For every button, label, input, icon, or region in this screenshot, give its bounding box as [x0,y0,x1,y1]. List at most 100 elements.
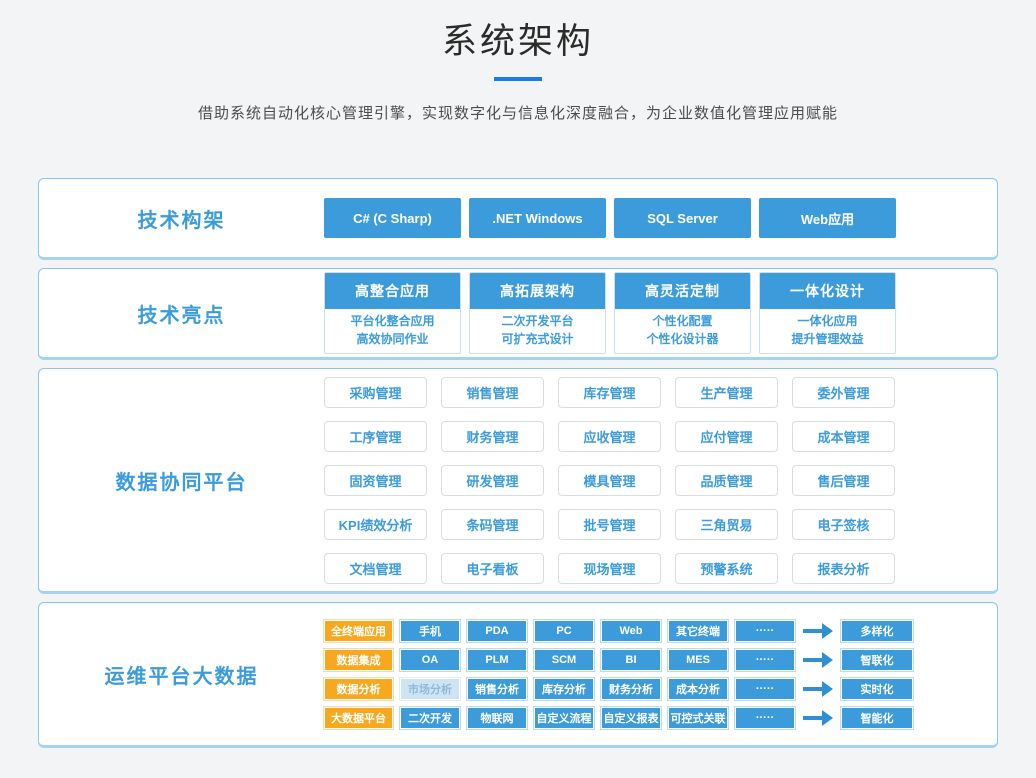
bigdata-result-chip: 智能化 [841,707,913,729]
bigdata-chip: ····· [735,678,795,700]
highlight-card-line: 高效协同作业 [325,330,460,348]
tech-stack-items: C# (C Sharp).NET WindowsSQL ServerWeb应用 [324,198,896,238]
bigdata-chip: 二次开发 [400,707,460,729]
title-underline-divider [494,77,542,81]
section-platform-label: 数据协同平台 [39,466,324,495]
bigdata-chip: ····· [735,707,795,729]
bigdata-row: 大数据平台 二次开发物联网自定义流程自定义报表可控式关联····· 智能化 [324,707,913,729]
platform-module-button: 销售管理 [441,377,544,408]
tech-stack-button: Web应用 [759,198,896,238]
bigdata-category-tag: 数据集成 [324,649,393,671]
highlight-card-body: 一体化应用提升管理效益 [760,309,895,353]
tech-stack-button: .NET Windows [469,198,606,238]
platform-module-button: 固资管理 [324,465,427,496]
bigdata-chip: BI [601,649,661,671]
bigdata-items: 市场分析销售分析库存分析财务分析成本分析····· [400,678,795,700]
page-header: 系统架构 借助系统自动化核心管理引擎，实现数字化与信息化深度融合，为企业数值化管… [0,0,1036,123]
bigdata-chip: 市场分析 [400,678,460,700]
arrow-right-icon [803,707,833,729]
bigdata-category-tag: 数据分析 [324,678,393,700]
highlight-card-line: 个性化设计器 [615,330,750,348]
platform-module-button: 批号管理 [558,509,661,540]
bigdata-chip: OA [400,649,460,671]
highlight-card-line: 可扩充式设计 [470,330,605,348]
bigdata-items: 二次开发物联网自定义流程自定义报表可控式关联····· [400,707,795,729]
platform-module-button: 应收管理 [558,421,661,452]
highlight-card-title: 高灵活定制 [615,273,750,309]
bigdata-chip: 成本分析 [668,678,728,700]
bigdata-chip: SCM [534,649,594,671]
bigdata-category-tag: 全终端应用 [324,620,393,642]
platform-module-button: 研发管理 [441,465,544,496]
section-platform: 数据协同平台 采购管理销售管理库存管理生产管理委外管理工序管理财务管理应收管理应… [38,368,998,594]
platform-module-button: 委外管理 [792,377,895,408]
bigdata-result-chip: 多样化 [841,620,913,642]
platform-module-button: 生产管理 [675,377,778,408]
bigdata-category-tag: 大数据平台 [324,707,393,729]
section-bigdata-label: 运维平台大数据 [39,660,324,689]
platform-module-button: 模具管理 [558,465,661,496]
bigdata-chip: PDA [467,620,527,642]
platform-module-button: 报表分析 [792,553,895,584]
platform-module-button: 电子看板 [441,553,544,584]
highlight-card-title: 高拓展架构 [470,273,605,309]
highlight-cards: 高整合应用 平台化整合应用高效协同作业 高拓展架构 二次开发平台可扩充式设计 高… [324,272,896,354]
bigdata-chip: PC [534,620,594,642]
arrow-right-icon [803,620,833,642]
bigdata-chip: MES [668,649,728,671]
bigdata-chip: ····· [735,649,795,671]
platform-module-button: 工序管理 [324,421,427,452]
highlight-card-line: 平台化整合应用 [325,312,460,330]
highlight-card: 高整合应用 平台化整合应用高效协同作业 [324,272,461,354]
bigdata-chip: ····· [735,620,795,642]
section-tech-stack: 技术构架 C# (C Sharp).NET WindowsSQL ServerW… [38,178,998,260]
bigdata-chip: 其它终端 [668,620,728,642]
section-highlights: 技术亮点 高整合应用 平台化整合应用高效协同作业 高拓展架构 二次开发平台可扩充… [38,268,998,360]
platform-module-button: 成本管理 [792,421,895,452]
bigdata-row: 数据分析 市场分析销售分析库存分析财务分析成本分析····· 实时化 [324,678,913,700]
platform-module-button: 文档管理 [324,553,427,584]
panels-container: 技术构架 C# (C Sharp).NET WindowsSQL ServerW… [38,178,998,748]
platform-grid: 采购管理销售管理库存管理生产管理委外管理工序管理财务管理应收管理应付管理成本管理… [324,377,895,584]
platform-module-button: 电子签核 [792,509,895,540]
platform-module-button: 采购管理 [324,377,427,408]
platform-module-button: 财务管理 [441,421,544,452]
platform-module-button: 三角贸易 [675,509,778,540]
bigdata-result-chip: 智联化 [841,649,913,671]
highlight-card: 一体化设计 一体化应用提升管理效益 [759,272,896,354]
page-subtitle: 借助系统自动化核心管理引擎，实现数字化与信息化深度融合，为企业数值化管理应用赋能 [0,105,1036,123]
bigdata-chip: 物联网 [467,707,527,729]
page-title: 系统架构 [0,21,1036,63]
highlight-card: 高拓展架构 二次开发平台可扩充式设计 [469,272,606,354]
bigdata-row: 全终端应用 手机PDAPCWeb其它终端····· 多样化 [324,620,913,642]
bigdata-chip: 手机 [400,620,460,642]
platform-module-button: 库存管理 [558,377,661,408]
highlight-card-title: 一体化设计 [760,273,895,309]
highlight-card-line: 个性化配置 [615,312,750,330]
bigdata-rows: 全终端应用 手机PDAPCWeb其它终端····· 多样化 数据集成 OAPLM… [324,620,913,729]
highlight-card-body: 个性化配置个性化设计器 [615,309,750,353]
platform-module-button: KPI绩效分析 [324,509,427,540]
platform-module-button: 应付管理 [675,421,778,452]
bigdata-chip: 自定义流程 [534,707,594,729]
tech-stack-button: C# (C Sharp) [324,198,461,238]
platform-module-button: 售后管理 [792,465,895,496]
bigdata-chip: PLM [467,649,527,671]
highlight-card-line: 一体化应用 [760,312,895,330]
bigdata-items: OA PLM SCM BI MES ····· [400,649,795,671]
arrow-right-icon [803,678,833,700]
section-bigdata: 运维平台大数据 全终端应用 手机PDAPCWeb其它终端····· 多样化 数据… [38,602,998,748]
platform-module-button: 条码管理 [441,509,544,540]
highlight-card-title: 高整合应用 [325,273,460,309]
platform-module-button: 预警系统 [675,553,778,584]
highlight-card-body: 平台化整合应用高效协同作业 [325,309,460,353]
platform-module-button: 品质管理 [675,465,778,496]
bigdata-chip: 财务分析 [601,678,661,700]
bigdata-row: 数据集成 OA PLM SCM BI MES ····· 智联化 [324,649,913,671]
highlight-card-line: 二次开发平台 [470,312,605,330]
section-highlights-label: 技术亮点 [39,299,324,328]
highlight-card-line: 提升管理效益 [760,330,895,348]
bigdata-chip: 自定义报表 [601,707,661,729]
bigdata-result-chip: 实时化 [841,678,913,700]
bigdata-chip: 销售分析 [467,678,527,700]
